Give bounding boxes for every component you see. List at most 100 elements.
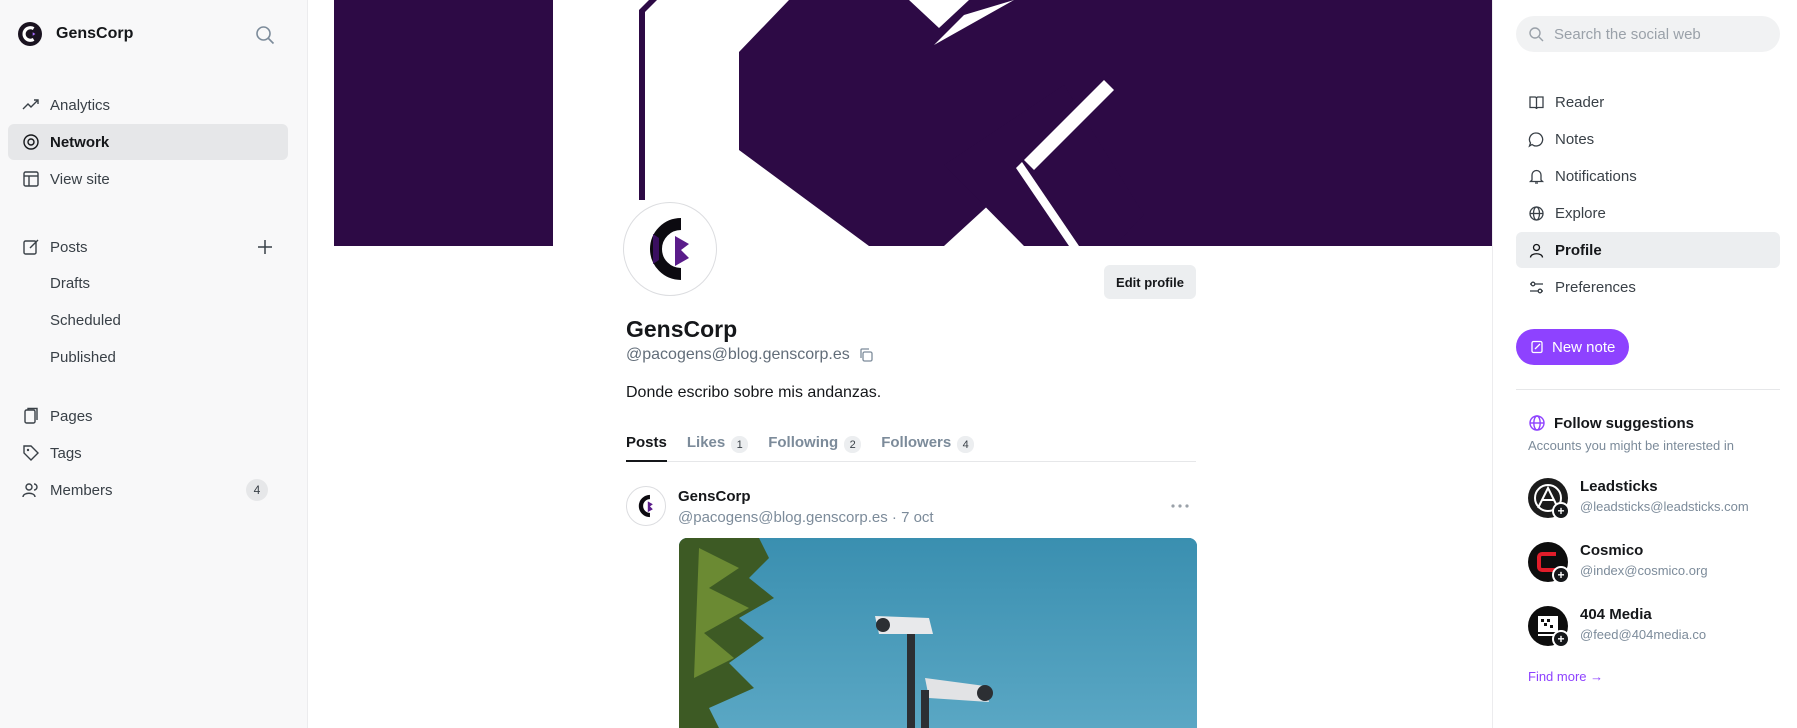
suggestion-leadsticks[interactable]: + Leadsticks @leadsticks@leadsticks.com bbox=[1528, 478, 1778, 522]
suggestion-handle: @leadsticks@leadsticks.com bbox=[1580, 499, 1749, 514]
more-options-icon[interactable] bbox=[1168, 498, 1192, 514]
book-icon bbox=[1529, 95, 1544, 109]
genscorp-logo-icon bbox=[638, 494, 653, 518]
tab-label: Following bbox=[768, 434, 839, 451]
network-icon bbox=[23, 134, 39, 150]
nav-item-explore[interactable]: Explore bbox=[1516, 195, 1780, 231]
profile-tabs: Posts Likes 1 Following 2 Followers 4 bbox=[626, 432, 1196, 462]
layout-icon bbox=[23, 171, 39, 187]
sidebar-item-drafts[interactable]: Drafts bbox=[50, 275, 90, 292]
follow-suggestions-label: Follow suggestions bbox=[1554, 414, 1695, 432]
post-meta: @pacogens@blog.genscorp.es · 7 oct bbox=[678, 509, 934, 526]
divider bbox=[1516, 389, 1780, 390]
copy-icon[interactable] bbox=[858, 347, 874, 363]
follow-plus-icon[interactable]: + bbox=[1552, 630, 1570, 648]
follow-suggestions-subtitle: Accounts you might be interested in bbox=[1528, 438, 1734, 453]
profile-handle-row: @pacogens@blog.genscorp.es bbox=[626, 346, 874, 364]
sidebar-item-tags[interactable]: Tags bbox=[8, 435, 288, 471]
sidebar-item-label: View site bbox=[50, 170, 110, 188]
bell-icon bbox=[1528, 169, 1545, 184]
sidebar-item-analytics[interactable]: Analytics bbox=[8, 87, 288, 123]
edit-profile-button[interactable]: Edit profile bbox=[1104, 265, 1196, 299]
profile-avatar bbox=[623, 202, 717, 296]
nav-label: Preferences bbox=[1555, 278, 1636, 296]
nav-label: Reader bbox=[1555, 93, 1605, 111]
tab-label: Likes bbox=[686, 434, 726, 451]
members-icon bbox=[22, 483, 38, 498]
search-icon[interactable] bbox=[254, 24, 276, 46]
post-author[interactable]: GensCorp bbox=[678, 488, 751, 505]
profile-handle: @pacogens@blog.genscorp.es bbox=[626, 346, 850, 363]
suggestion-handle: @index@cosmico.org bbox=[1580, 563, 1708, 578]
add-post-icon[interactable] bbox=[254, 236, 276, 258]
tab-followers[interactable]: Followers 4 bbox=[881, 432, 975, 462]
note-icon bbox=[1531, 340, 1543, 354]
sidebar-item-pages[interactable]: Pages bbox=[8, 398, 288, 434]
chat-bubble-icon bbox=[1528, 131, 1544, 147]
suggestion-cosmico[interactable]: + Cosmico @index@cosmico.org bbox=[1528, 542, 1778, 586]
trend-icon bbox=[22, 99, 39, 110]
nav-item-preferences[interactable]: Preferences bbox=[1516, 269, 1780, 305]
follow-suggestions-title: Follow suggestions bbox=[1528, 414, 1694, 432]
sidebar-item-network[interactable]: Network bbox=[8, 124, 288, 160]
nav-label: Notes bbox=[1555, 130, 1595, 148]
suggestion-name: 404 Media bbox=[1580, 606, 1652, 623]
nav-item-notifications[interactable]: Notifications bbox=[1516, 158, 1780, 194]
tab-count: 1 bbox=[731, 436, 749, 453]
edit-icon bbox=[23, 239, 39, 255]
sliders-icon bbox=[1530, 281, 1543, 293]
user-icon bbox=[1529, 243, 1544, 258]
tab-label: Followers bbox=[881, 434, 952, 451]
nav-item-reader[interactable]: Reader bbox=[1516, 84, 1780, 120]
profile-name: GensCorp bbox=[626, 316, 738, 342]
brand-logo-icon bbox=[18, 22, 42, 46]
nav-label: Explore bbox=[1555, 204, 1606, 222]
social-search-input[interactable] bbox=[1554, 25, 1774, 43]
suggestion-handle: @feed@404media.co bbox=[1580, 627, 1707, 642]
profile-cover-image bbox=[334, 0, 1492, 246]
tab-likes[interactable]: Likes 1 bbox=[686, 432, 749, 462]
sidebar-item-label: Posts bbox=[50, 238, 88, 256]
sidebar-item-label: Tags bbox=[50, 444, 82, 462]
sidebar-item-view-site[interactable]: View site bbox=[8, 161, 288, 197]
sidebar-item-label: Analytics bbox=[50, 96, 111, 114]
sidebar-item-label: Pages bbox=[50, 407, 93, 425]
follow-plus-icon[interactable]: + bbox=[1552, 566, 1570, 584]
tab-label: Posts bbox=[626, 434, 667, 451]
sidebar-item-label: Members bbox=[50, 481, 113, 499]
new-note-label: New note bbox=[1552, 338, 1616, 356]
sidebar-item-posts[interactable]: Posts bbox=[8, 229, 288, 265]
post-avatar[interactable] bbox=[626, 486, 666, 526]
globe-icon bbox=[1529, 205, 1544, 221]
nav-item-profile[interactable]: Profile bbox=[1516, 232, 1780, 268]
genscorp-logo-icon bbox=[650, 218, 689, 280]
sidebar-item-scheduled[interactable]: Scheduled bbox=[50, 312, 121, 329]
tab-posts[interactable]: Posts bbox=[626, 432, 667, 462]
suggestion-name: Cosmico bbox=[1580, 542, 1644, 559]
tab-count: 4 bbox=[957, 436, 975, 453]
members-count-badge: 4 bbox=[246, 479, 268, 501]
tab-following[interactable]: Following 2 bbox=[768, 432, 862, 462]
suggestion-404-media[interactable]: + 404 Media @feed@404media.co bbox=[1528, 606, 1778, 650]
brand-name: GensCorp bbox=[56, 25, 134, 42]
nav-label: Notifications bbox=[1555, 167, 1637, 185]
sidebar-item-label: Network bbox=[50, 133, 110, 151]
follow-plus-icon[interactable]: + bbox=[1552, 502, 1570, 520]
left-sidebar: GensCorp Analytics Network View site Pos… bbox=[0, 0, 308, 728]
sidebar-item-members[interactable]: Members 4 bbox=[8, 472, 288, 508]
right-sidebar: Reader Notes Notifications Explore Profi… bbox=[1492, 0, 1797, 728]
tab-count: 2 bbox=[844, 436, 862, 453]
nav-item-notes[interactable]: Notes bbox=[1516, 121, 1780, 157]
globe-icon bbox=[1529, 415, 1545, 431]
suggestion-name: Leadsticks bbox=[1580, 478, 1658, 495]
post-image[interactable] bbox=[679, 538, 1197, 728]
tag-icon bbox=[23, 445, 39, 461]
pages-icon bbox=[24, 407, 38, 424]
nav-label: Profile bbox=[1555, 241, 1602, 259]
sidebar-item-published[interactable]: Published bbox=[50, 349, 116, 366]
new-note-button[interactable]: New note bbox=[1516, 329, 1630, 365]
social-search[interactable] bbox=[1516, 16, 1780, 52]
search-icon bbox=[1529, 27, 1544, 42]
find-more-link[interactable]: Find more → bbox=[1528, 669, 1603, 684]
brand[interactable]: GensCorp bbox=[18, 22, 133, 46]
